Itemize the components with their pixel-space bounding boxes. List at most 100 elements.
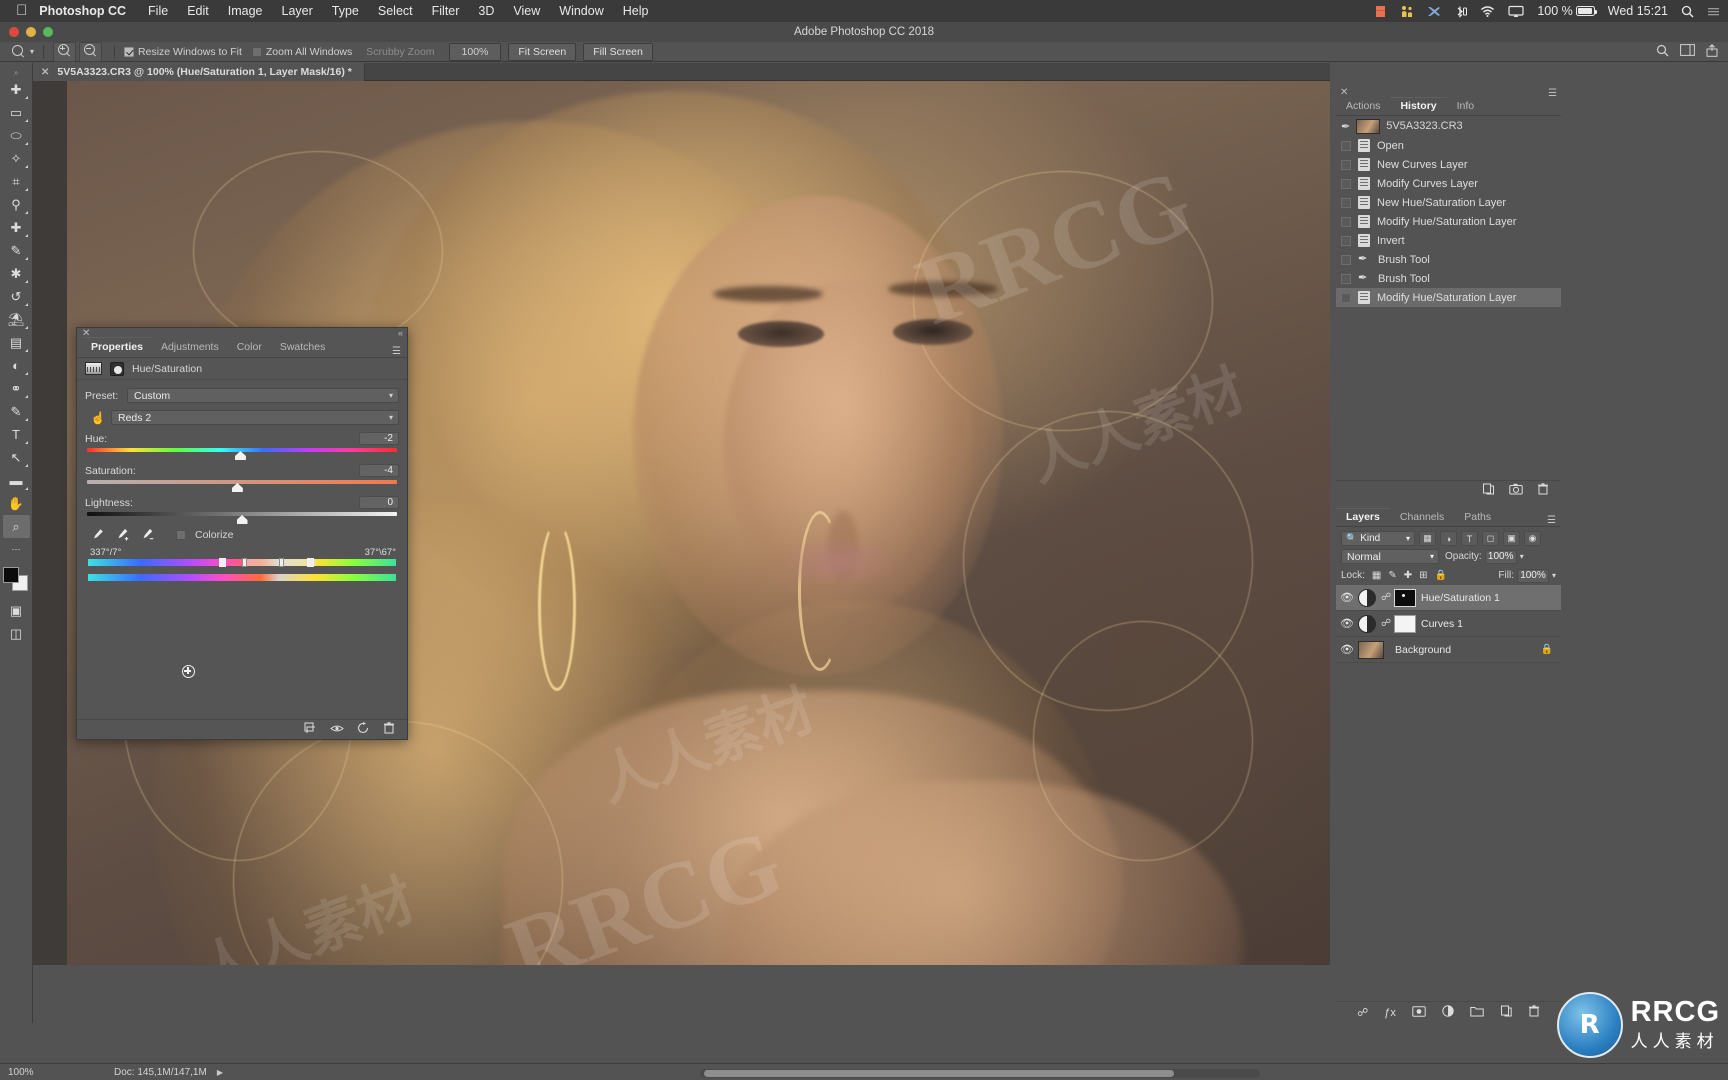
chevron-down-icon[interactable]: ▾ bbox=[1520, 552, 1524, 561]
fit-screen-button[interactable]: Fit Screen bbox=[508, 42, 577, 61]
tool-quick-selection-tool[interactable]: ✧ bbox=[3, 147, 30, 170]
status-zoom-level[interactable]: 100% bbox=[0, 1067, 62, 1078]
tool-move-tool[interactable]: ✚ bbox=[3, 78, 30, 101]
search-icon[interactable] bbox=[1656, 44, 1669, 60]
history-item-modify-hue-saturation-layer[interactable]: Modify Hue/Saturation Layer bbox=[1336, 212, 1561, 231]
close-icon[interactable]: ✕ bbox=[41, 67, 49, 78]
blend-mode-select[interactable]: Normal ▾ bbox=[1341, 549, 1439, 564]
filter-toggle-icon[interactable]: ◉ bbox=[1524, 531, 1541, 546]
opacity-value-field[interactable]: 100% bbox=[1484, 549, 1517, 564]
window-controls[interactable] bbox=[9, 22, 53, 42]
fill-screen-button[interactable]: Fill Screen bbox=[583, 42, 653, 61]
layer-row-background[interactable]: 👁 Background 🔒 bbox=[1336, 637, 1561, 663]
layer-mask-thumbnail[interactable] bbox=[1394, 588, 1416, 607]
reset-icon[interactable] bbox=[357, 722, 370, 737]
history-brush-toggle[interactable] bbox=[1341, 216, 1351, 227]
tab-channels[interactable]: Channels bbox=[1390, 509, 1454, 526]
tool-eraser-tool[interactable]: ⛱ bbox=[3, 308, 30, 331]
maximize-window-button[interactable] bbox=[43, 27, 53, 37]
lock-transparency-icon[interactable]: ▦ bbox=[1372, 570, 1381, 581]
layer-style-icon[interactable]: ƒx bbox=[1384, 1007, 1396, 1019]
lock-image-icon[interactable]: ✎ bbox=[1388, 570, 1396, 581]
toggle-visibility-icon[interactable] bbox=[330, 723, 344, 737]
range-end-handle[interactable] bbox=[278, 558, 284, 567]
delete-icon[interactable] bbox=[383, 722, 395, 737]
history-brush-source-icon[interactable]: ✒ bbox=[1341, 120, 1350, 133]
battery-icon[interactable]: 100 % bbox=[1537, 4, 1597, 18]
history-item-brush-tool-1[interactable]: ✒ Brush Tool bbox=[1336, 250, 1561, 269]
clip-to-layer-icon[interactable] bbox=[304, 722, 317, 737]
link-mask-icon[interactable]: ☍ bbox=[1381, 592, 1391, 603]
tab-paths[interactable]: Paths bbox=[1454, 509, 1501, 526]
tool-crop-tool[interactable]: ⌗ bbox=[3, 170, 30, 193]
horizontal-scrollbar[interactable] bbox=[700, 1069, 1260, 1078]
layer-mask-icon[interactable] bbox=[110, 361, 124, 376]
zoom-all-windows-checkbox[interactable] bbox=[251, 46, 262, 57]
bluetooth-icon[interactable] bbox=[1454, 5, 1468, 18]
history-brush-toggle[interactable] bbox=[1341, 254, 1351, 265]
airplane-icon[interactable] bbox=[1427, 5, 1441, 18]
tool-clone-stamp-tool[interactable]: ✱ bbox=[3, 262, 30, 285]
menu-select[interactable]: Select bbox=[378, 4, 413, 18]
tool-type-tool[interactable]: T bbox=[3, 423, 30, 446]
properties-panel[interactable]: ✕ « Properties Adjustments Color Swatche… bbox=[76, 327, 408, 740]
layer-thumbnail[interactable] bbox=[1358, 640, 1384, 659]
panel-menu-icon[interactable]: ☰ bbox=[392, 346, 401, 357]
history-panel[interactable]: ✕ ☰ Actions History Info ✒ 5V5A3323.CR3 … bbox=[1336, 87, 1561, 500]
menu-edit[interactable]: Edit bbox=[187, 4, 209, 18]
tool-eyedropper-tool[interactable]: ⚲ bbox=[3, 193, 30, 216]
clock-label[interactable]: Wed 15:21 bbox=[1608, 4, 1668, 18]
tool-blur-tool[interactable]: ◐ bbox=[3, 354, 30, 377]
history-item-invert[interactable]: Invert bbox=[1336, 231, 1561, 250]
history-item-new-curves-layer[interactable]: New Curves Layer bbox=[1336, 155, 1561, 174]
smart-object-filter-icon[interactable]: ▣ bbox=[1503, 531, 1520, 546]
tab-adjustments[interactable]: Adjustments bbox=[152, 338, 228, 357]
tool-lasso-tool[interactable]: ⬭ bbox=[3, 124, 30, 147]
tab-history[interactable]: History bbox=[1390, 97, 1447, 115]
screen-mode-icon[interactable]: ◫ bbox=[3, 622, 30, 645]
menu-file[interactable]: File bbox=[148, 4, 168, 18]
history-brush-toggle[interactable] bbox=[1341, 140, 1351, 151]
tab-layers[interactable]: Layers bbox=[1336, 508, 1390, 526]
tool-hand-tool[interactable]: ✋ bbox=[3, 492, 30, 515]
tool-gradient-tool[interactable]: ▤ bbox=[3, 331, 30, 354]
opacity-control[interactable]: Opacity: 100% ▾ bbox=[1445, 549, 1524, 564]
close-window-button[interactable] bbox=[9, 27, 19, 37]
history-item-new-hue-saturation-layer[interactable]: New Hue/Saturation Layer bbox=[1336, 193, 1561, 212]
apple-icon[interactable]:  bbox=[16, 3, 27, 18]
targeted-adjustment-icon[interactable]: ☝ bbox=[85, 411, 111, 425]
airplay-icon[interactable] bbox=[1508, 5, 1524, 18]
close-icon[interactable]: ✕ bbox=[1340, 87, 1348, 98]
chevron-right-icon[interactable]: ▶ bbox=[217, 1068, 223, 1077]
panel-menu-icon[interactable]: ☰ bbox=[1548, 88, 1557, 99]
zoom-in-icon[interactable] bbox=[53, 41, 77, 62]
tool-dodge-tool[interactable]: ⚭ bbox=[3, 377, 30, 400]
menu-view[interactable]: View bbox=[513, 4, 540, 18]
add-mask-icon[interactable] bbox=[1412, 1005, 1426, 1020]
delete-layer-icon[interactable] bbox=[1528, 1005, 1540, 1020]
layer-kind-filter[interactable]: 🔍 Kind ▾ bbox=[1341, 531, 1415, 546]
saturation-slider-track[interactable] bbox=[87, 480, 397, 492]
fill-control[interactable]: Fill: 100% ▾ bbox=[1498, 568, 1556, 583]
wifi-icon[interactable] bbox=[1480, 5, 1495, 18]
menu-filter[interactable]: Filter bbox=[432, 4, 460, 18]
color-swatches[interactable] bbox=[3, 567, 29, 591]
spotlight-search-icon[interactable] bbox=[1681, 5, 1694, 18]
tool-pen-tool[interactable]: ✎ bbox=[3, 400, 30, 423]
workspace-icon[interactable] bbox=[1680, 44, 1695, 59]
new-layer-icon[interactable] bbox=[1500, 1005, 1512, 1020]
range-falloff-start-handle[interactable] bbox=[218, 558, 226, 567]
lightness-slider-knob[interactable] bbox=[236, 515, 248, 524]
new-group-icon[interactable] bbox=[1470, 1006, 1484, 1020]
tool-more-tools[interactable]: ⋯ bbox=[3, 538, 30, 561]
minimize-window-button[interactable] bbox=[26, 27, 36, 37]
history-list[interactable]: ✒ 5V5A3323.CR3 Open New Curves Layer Mod… bbox=[1336, 116, 1561, 307]
adjustment-thumbnail[interactable] bbox=[1358, 588, 1376, 607]
dropbox-icon[interactable] bbox=[1374, 5, 1387, 18]
toolbar-collapse-handle[interactable]: » bbox=[0, 68, 32, 78]
lock-all-icon[interactable]: 🔒 bbox=[1435, 570, 1447, 581]
tool-healing-brush-tool[interactable]: ✚ bbox=[3, 216, 30, 239]
quick-mask-icon[interactable]: ▣ bbox=[3, 599, 30, 622]
menu-help[interactable]: Help bbox=[623, 4, 649, 18]
menu-image[interactable]: Image bbox=[228, 4, 263, 18]
